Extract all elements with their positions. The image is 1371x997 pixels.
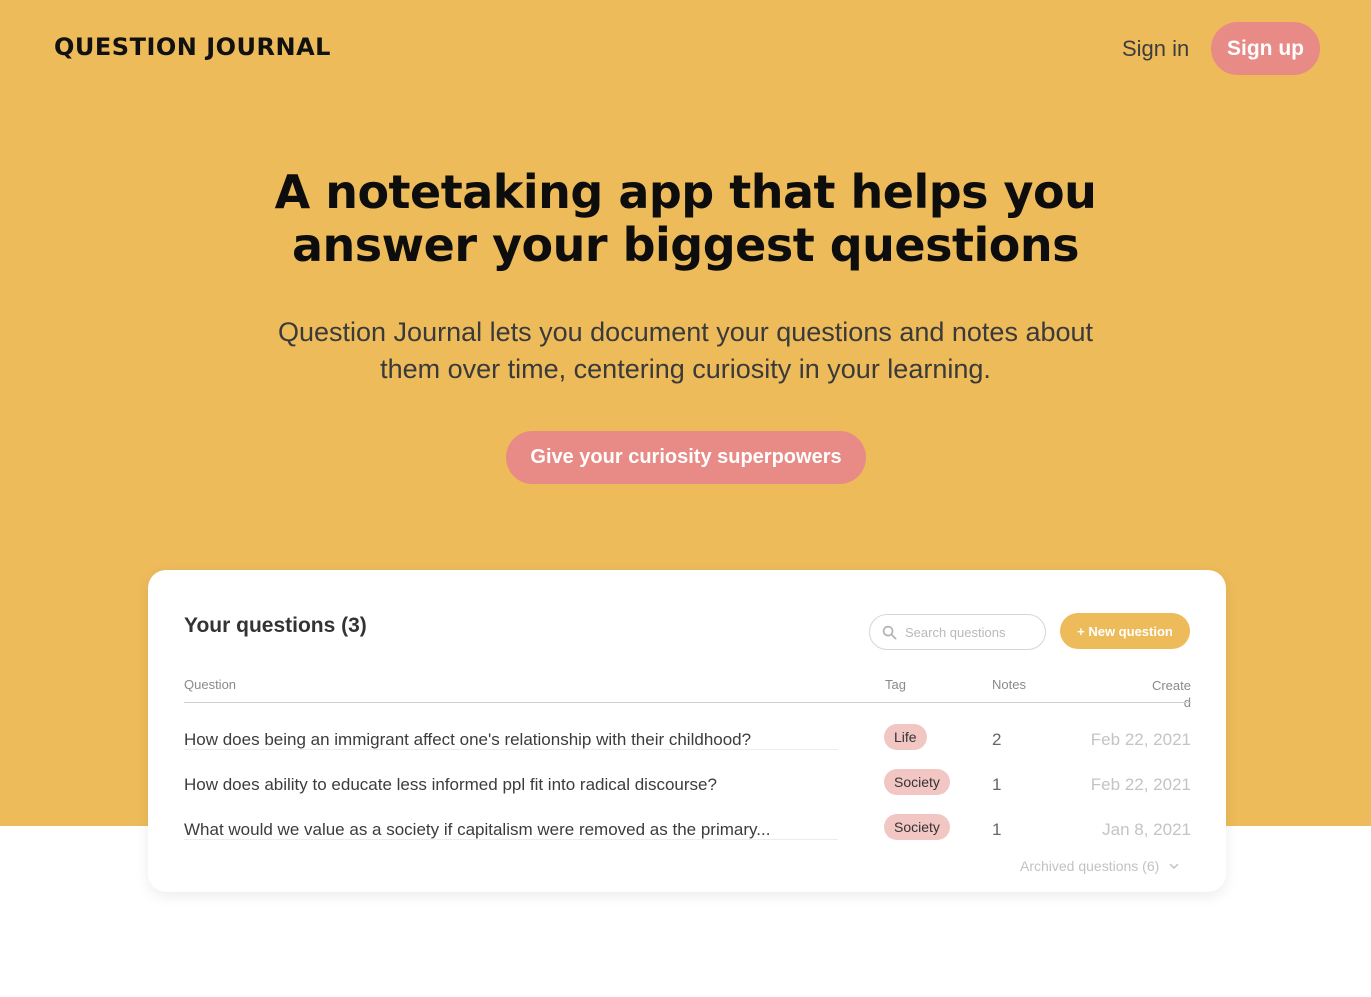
tag-badge[interactable]: Life — [884, 724, 927, 750]
questions-title: Your questions (3) — [184, 614, 367, 637]
questions-card: Your questions (3) + New question Questi… — [148, 570, 1226, 892]
created-date: Jan 8, 2021 — [1102, 820, 1191, 839]
row-divider — [184, 749, 838, 750]
tag-badge[interactable]: Society — [884, 814, 950, 840]
cta-button[interactable]: Give your curiosity superpowers — [506, 431, 866, 484]
table-row[interactable]: How does being an immigrant affect one's… — [184, 722, 1191, 762]
tag-badge[interactable]: Society — [884, 769, 950, 795]
column-header-notes[interactable]: Notes — [992, 677, 1026, 692]
hero-subheading: Question Journal lets you document your … — [240, 314, 1131, 388]
top-navigation: QUESTION JOURNAL Sign in Sign up — [0, 0, 1371, 98]
column-header-tag[interactable]: Tag — [885, 677, 906, 692]
created-date: Feb 22, 2021 — [1090, 775, 1191, 794]
table-row[interactable]: How does ability to educate less informe… — [184, 767, 1191, 807]
column-header-question[interactable]: Question — [184, 677, 236, 692]
created-date: Feb 22, 2021 — [1090, 730, 1191, 749]
row-divider — [184, 839, 838, 840]
column-header-created-part1: Create — [1151, 678, 1191, 693]
archived-questions-toggle[interactable]: Archived questions (6) — [1020, 858, 1179, 874]
column-header-created[interactable]: Create d — [1146, 677, 1191, 711]
hero-headline-line1: A notetaking app that helps you — [274, 165, 1097, 219]
table-row[interactable]: What would we value as a society if capi… — [184, 812, 1191, 852]
sign-in-link[interactable]: Sign in — [1122, 36, 1189, 62]
notes-count: 2 — [992, 730, 1002, 749]
notes-count: 1 — [992, 820, 1002, 839]
search-icon — [882, 625, 897, 639]
chevron-down-icon — [1170, 863, 1179, 869]
new-question-button[interactable]: + New question — [1060, 613, 1190, 649]
hero-subheading-line2: them over time, centering curiosity in y… — [380, 354, 991, 384]
sign-up-button[interactable]: Sign up — [1211, 22, 1320, 75]
table-header-divider — [184, 702, 1191, 703]
logo[interactable]: QUESTION JOURNAL — [54, 33, 331, 61]
hero-headline: A notetaking app that helps you answer y… — [0, 166, 1371, 272]
question-text[interactable]: What would we value as a society if capi… — [184, 820, 770, 840]
hero-subheading-line1: Question Journal lets you document your … — [277, 317, 1094, 347]
hero-headline-line2: answer your biggest questions — [292, 218, 1079, 272]
archived-questions-label: Archived questions (6) — [1020, 858, 1160, 874]
question-text[interactable]: How does ability to educate less informe… — [184, 775, 717, 795]
notes-count: 1 — [992, 775, 1002, 794]
search-input[interactable] — [905, 624, 1035, 640]
question-text[interactable]: How does being an immigrant affect one's… — [184, 730, 751, 750]
search-box[interactable] — [869, 614, 1046, 650]
